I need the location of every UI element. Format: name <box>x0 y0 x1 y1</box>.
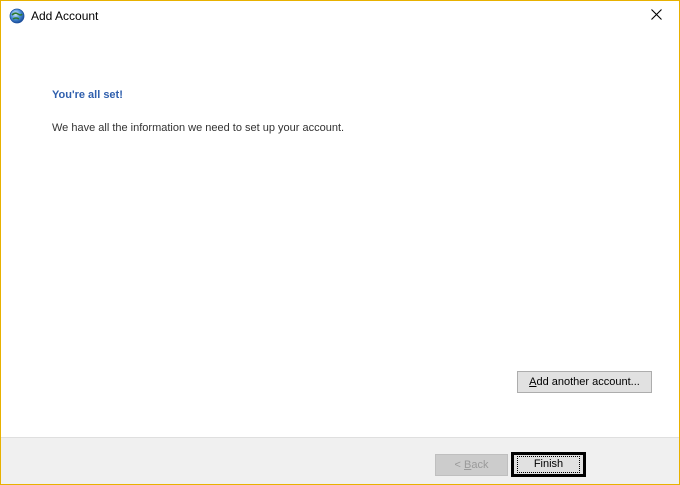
outlook-globe-icon <box>9 8 25 24</box>
title-bar[interactable]: Add Account <box>1 1 679 32</box>
back-prefix: < <box>454 459 464 471</box>
finish-button[interactable]: Finish <box>511 452 586 477</box>
status-message: We have all the information we need to s… <box>52 122 345 134</box>
back-button[interactable]: < Back <box>435 454 508 476</box>
back-accelerator: B <box>464 459 472 471</box>
dialog-content: You're all set! We have all the informat… <box>1 32 679 437</box>
back-label: ack <box>471 459 489 471</box>
close-button[interactable] <box>633 1 679 31</box>
success-heading: You're all set! <box>52 89 123 101</box>
add-account-dialog: Add Account You're all set! We have all … <box>0 0 680 485</box>
window-title: Add Account <box>31 9 99 23</box>
dialog-footer: < Back Finish <box>1 437 679 484</box>
add-another-account-button[interactable]: Add another account... <box>517 371 652 393</box>
close-icon <box>650 9 662 23</box>
finish-label: Finish <box>516 456 581 473</box>
add-another-label: dd another account... <box>536 376 640 388</box>
add-another-accelerator: A <box>529 376 537 388</box>
